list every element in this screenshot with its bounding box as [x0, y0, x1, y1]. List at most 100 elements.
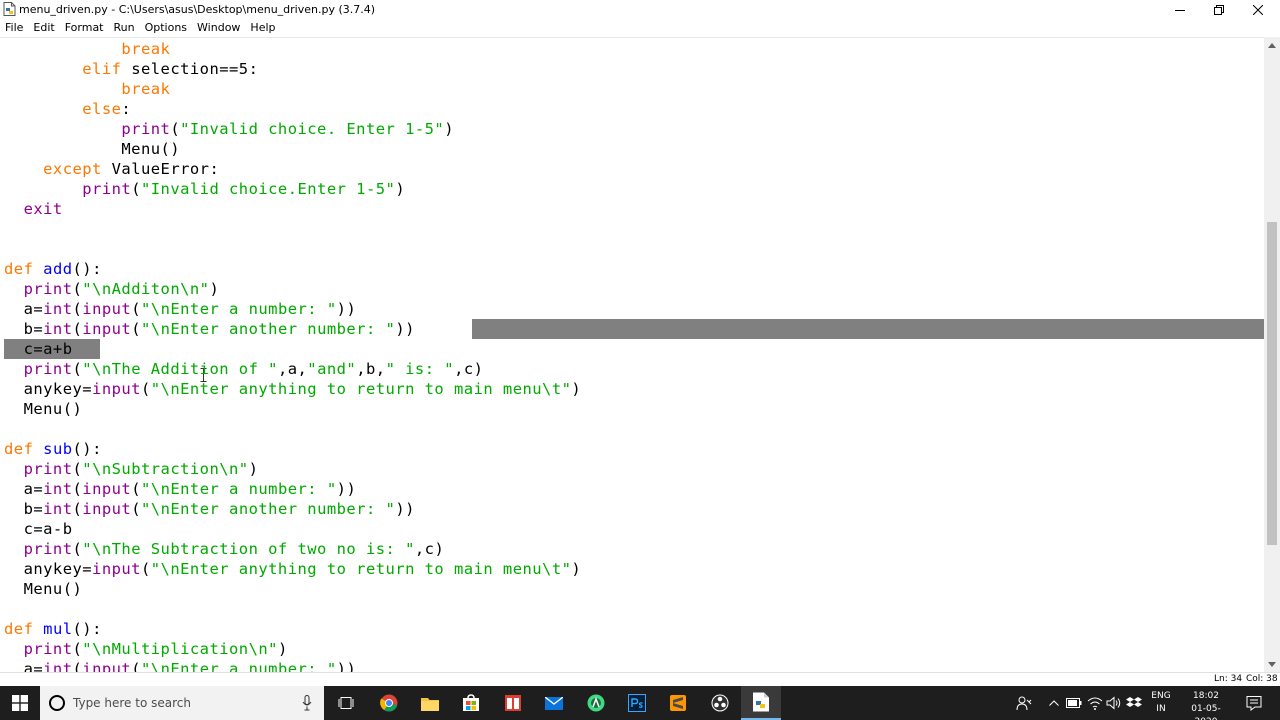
sublime-text-taskbar-button[interactable] — [658, 686, 698, 720]
photoshop-icon — [628, 694, 646, 712]
code-line[interactable]: b=int(input("\nEnter another number: ")) — [4, 499, 415, 519]
code-editor[interactable]: break elif selection==5: break else: pri… — [0, 37, 1264, 672]
code-text: ( — [72, 480, 83, 498]
menu-edit[interactable]: Edit — [28, 19, 59, 37]
code-text: ( — [140, 560, 151, 578]
minimize-button[interactable] — [1160, 0, 1200, 19]
chrome-taskbar-button[interactable] — [369, 686, 409, 720]
code-line[interactable]: anykey=input("\nEnter anything to return… — [4, 559, 581, 579]
scroll-thumb[interactable] — [1267, 222, 1277, 545]
code-line[interactable]: a=int(input("\nEnter a number: ")) — [4, 659, 356, 672]
code-line[interactable]: b=int(input("\nEnter another number: ")) — [4, 319, 415, 339]
code-line[interactable]: print("Invalid choice. Enter 1-5") — [4, 119, 454, 139]
idle-taskbar-button[interactable] — [741, 686, 781, 720]
code-line[interactable]: c=a-b — [4, 519, 72, 539]
code-line[interactable]: print("\nSubtraction\n") — [4, 459, 258, 479]
people-tray-button[interactable] — [1016, 695, 1032, 711]
code-line[interactable]: Menu() — [4, 139, 180, 159]
code-line[interactable]: c=a+b — [4, 339, 72, 359]
mail-taskbar-button[interactable] — [534, 686, 574, 720]
menu-file[interactable]: File — [0, 19, 28, 37]
close-button[interactable] — [1238, 0, 1278, 19]
code-line[interactable]: a=int(input("\nEnter a number: ")) — [4, 299, 356, 319]
code-line[interactable]: exit — [4, 199, 63, 219]
code-line[interactable]: print("\nThe Subtraction of two no is: "… — [4, 539, 444, 559]
code-text: (): — [72, 440, 102, 458]
code-text: anykey= — [4, 380, 93, 398]
code-text: ValueError: — [101, 160, 220, 178]
dropbox-tray-button[interactable] — [1126, 695, 1142, 711]
code-line[interactable]: break — [4, 39, 170, 59]
microphone-icon[interactable] — [302, 695, 312, 711]
menu-run[interactable]: Run — [109, 19, 140, 37]
code-text: ,c) — [454, 360, 484, 378]
android-studio-taskbar-button[interactable] — [576, 686, 616, 720]
code-line[interactable]: def add(): — [4, 259, 102, 279]
code-line[interactable]: def mul(): — [4, 619, 102, 639]
string-literal: "\nEnter a number: " — [141, 300, 337, 318]
menu-window[interactable]: Window — [192, 19, 245, 37]
scroll-down-button[interactable] — [1264, 656, 1280, 672]
show-hidden-icons-button[interactable] — [1046, 695, 1062, 711]
people-icon — [1016, 696, 1032, 711]
menu-format[interactable]: Format — [60, 19, 109, 37]
code-line[interactable]: except ValueError: — [4, 159, 219, 179]
battery-icon — [1066, 698, 1082, 708]
code-line[interactable]: print("\nAdditon\n") — [4, 279, 219, 299]
vertical-scrollbar[interactable] — [1264, 37, 1280, 672]
volume-tray-button[interactable] — [1106, 695, 1122, 711]
dropbox-icon — [1126, 697, 1142, 707]
task-view-button[interactable] — [326, 686, 366, 720]
code-text: ,b, — [356, 360, 386, 378]
obs-taskbar-button[interactable] — [700, 686, 740, 720]
definition-name: add — [43, 260, 73, 278]
code-text: ( — [170, 120, 181, 138]
code-text: c=a+b — [4, 340, 73, 358]
code-line[interactable]: def sub(): — [4, 439, 102, 459]
gift-app-taskbar-button[interactable] — [493, 686, 533, 720]
code-text: ( — [72, 460, 83, 478]
clock[interactable]: 18:02 01-05-2020 — [1180, 690, 1232, 720]
code-line[interactable]: Menu() — [4, 399, 82, 419]
code-text: selection==5: — [121, 60, 259, 78]
taskbar-search-box[interactable]: Type here to search — [40, 686, 324, 720]
code-line[interactable]: print("\nThe Addition of ",a,"and",b," i… — [4, 359, 483, 379]
builtin: input — [82, 300, 132, 318]
string-literal: "and" — [307, 360, 357, 378]
scroll-up-button[interactable] — [1264, 37, 1280, 53]
task-view-icon — [338, 697, 354, 709]
code-line[interactable]: print("\nMultiplication\n") — [4, 639, 288, 659]
file-explorer-taskbar-button[interactable] — [410, 686, 450, 720]
folder-icon — [421, 697, 439, 711]
cursor-column: Col: 38 — [1246, 674, 1278, 684]
code-line[interactable]: a=int(input("\nEnter a number: ")) — [4, 479, 356, 499]
battery-tray-button[interactable] — [1066, 695, 1082, 711]
notification-center-icon[interactable] — [1246, 695, 1262, 711]
code-line[interactable]: else: — [4, 99, 131, 119]
wifi-icon — [1087, 697, 1103, 710]
photoshop-taskbar-button[interactable] — [617, 686, 657, 720]
code-line[interactable]: Menu() — [4, 579, 82, 599]
menu-help[interactable]: Help — [245, 19, 280, 37]
start-button[interactable] — [0, 686, 40, 720]
wifi-tray-button[interactable] — [1087, 695, 1103, 711]
code-text: (): — [72, 260, 102, 278]
code-line[interactable]: elif selection==5: — [4, 59, 258, 79]
store-taskbar-button[interactable] — [451, 686, 491, 720]
code-line[interactable]: anykey=input("\nEnter anything to return… — [4, 379, 581, 399]
code-line[interactable]: print("Invalid choice.Enter 1-5") — [4, 179, 405, 199]
menu-options[interactable]: Options — [140, 19, 192, 37]
string-literal: "\nSubtraction\n" — [82, 460, 249, 478]
code-text: Menu() — [4, 140, 181, 158]
input-language-indicator[interactable]: ENG IN — [1150, 690, 1172, 716]
code-text: )) — [395, 500, 415, 518]
builtin: print — [23, 280, 73, 298]
restore-button[interactable] — [1199, 0, 1239, 19]
code-line[interactable]: break — [4, 79, 170, 99]
menu-bar: File Edit Format Run Options Window Help — [0, 19, 1280, 37]
builtin: int — [43, 300, 73, 318]
